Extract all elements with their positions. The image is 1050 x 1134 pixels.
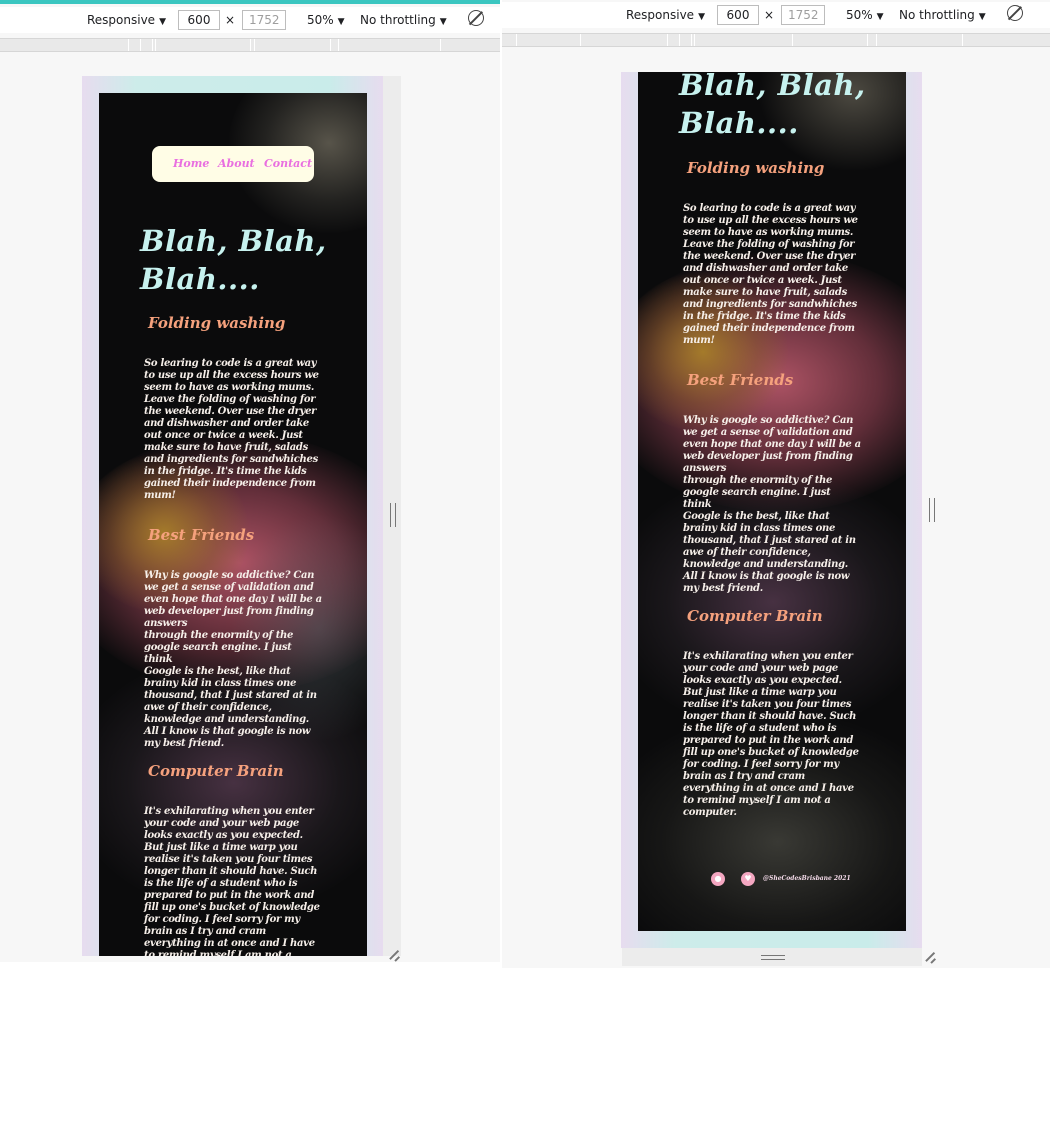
page-viewport[interactable]: Home About Contact Blah, Blah, Blah.... … xyxy=(99,93,367,956)
resize-corner-handle[interactable] xyxy=(926,952,936,962)
github-icon[interactable]: ● xyxy=(711,872,725,886)
nav-about-link[interactable]: About xyxy=(218,157,255,170)
width-input[interactable]: 600 xyxy=(178,10,220,30)
device-toolbar: Responsive ▼ 600 × 1752 50% ▼ No throttlin… xyxy=(0,7,500,33)
device-toolbar-2: Responsive ▼ 600 × 1752 50% ▼ No throttlin… xyxy=(502,2,1050,28)
throttling-select[interactable]: No throttling ▼ xyxy=(360,11,447,29)
device-mode-select[interactable]: Responsive ▼ xyxy=(87,11,166,29)
zoom-select[interactable]: 50% ▼ xyxy=(846,6,884,24)
section-title-brain: Computer Brain xyxy=(687,607,823,625)
media-query-ruler[interactable] xyxy=(0,38,500,52)
section-title-friends: Best Friends xyxy=(687,371,794,389)
resize-handle-bottom[interactable] xyxy=(761,955,785,960)
throttling-select[interactable]: No throttling ▼ xyxy=(899,6,986,24)
section-body-folding: So learing to code is a great way to use … xyxy=(144,358,319,501)
resize-handle-right[interactable] xyxy=(929,498,935,522)
footer-credit: @SheCodesBrisbane 2021 xyxy=(763,875,851,882)
section-title-folding: Folding washing xyxy=(687,159,825,177)
section-body-friends: Why is google so addictive? Can we get a … xyxy=(144,570,322,749)
section-title-friends: Best Friends xyxy=(148,526,255,544)
accent-bar xyxy=(0,0,500,4)
hero-heading: Blah, Blah, Blah.... xyxy=(679,72,866,142)
rotate-icon[interactable] xyxy=(468,10,484,26)
page-viewport[interactable]: Blah, Blah, Blah.... Folding washing So … xyxy=(638,72,906,931)
section-body-friends: Why is google so addictive? Can we get a … xyxy=(683,415,861,594)
resize-handle-right[interactable] xyxy=(390,503,396,527)
dimension-separator: × xyxy=(225,13,236,27)
heart-icon[interactable]: ♥ xyxy=(741,872,755,886)
height-input[interactable]: 1752 xyxy=(781,5,825,25)
hero-line-1: Blah, Blah, xyxy=(679,72,866,102)
dimension-separator: × xyxy=(764,8,775,22)
section-body-brain: It's exhilarating when you enter your cod… xyxy=(144,806,320,956)
section-body-folding: So learing to code is a great way to use … xyxy=(683,203,858,346)
hero-line-2: Blah.... xyxy=(679,106,799,140)
nav-home-link[interactable]: Home xyxy=(173,157,209,170)
media-query-ruler[interactable] xyxy=(502,33,1050,47)
device-mode-select[interactable]: Responsive ▼ xyxy=(626,6,705,24)
section-title-folding: Folding washing xyxy=(148,314,286,332)
height-input[interactable]: 1752 xyxy=(242,10,286,30)
devtools-panel-left: Responsive ▼ 600 × 1752 50% ▼ No throttlin… xyxy=(0,0,500,962)
rotate-icon[interactable] xyxy=(1007,5,1023,21)
hero-line-1: Blah, Blah, xyxy=(140,224,327,258)
width-input[interactable]: 600 xyxy=(717,5,759,25)
nav-bar: Home About Contact xyxy=(152,146,314,182)
nav-contact-link[interactable]: Contact xyxy=(264,157,312,170)
hero-line-2: Blah.... xyxy=(140,262,260,296)
zoom-select[interactable]: 50% ▼ xyxy=(307,11,345,29)
section-body-brain: It's exhilarating when you enter your cod… xyxy=(683,651,859,818)
hero-heading: Blah, Blah, Blah.... xyxy=(140,222,327,298)
section-title-brain: Computer Brain xyxy=(148,762,284,780)
resize-corner-handle[interactable] xyxy=(390,950,400,960)
devtools-panel-right: Responsive ▼ 600 × 1752 50% ▼ No throttlin… xyxy=(502,0,1050,968)
